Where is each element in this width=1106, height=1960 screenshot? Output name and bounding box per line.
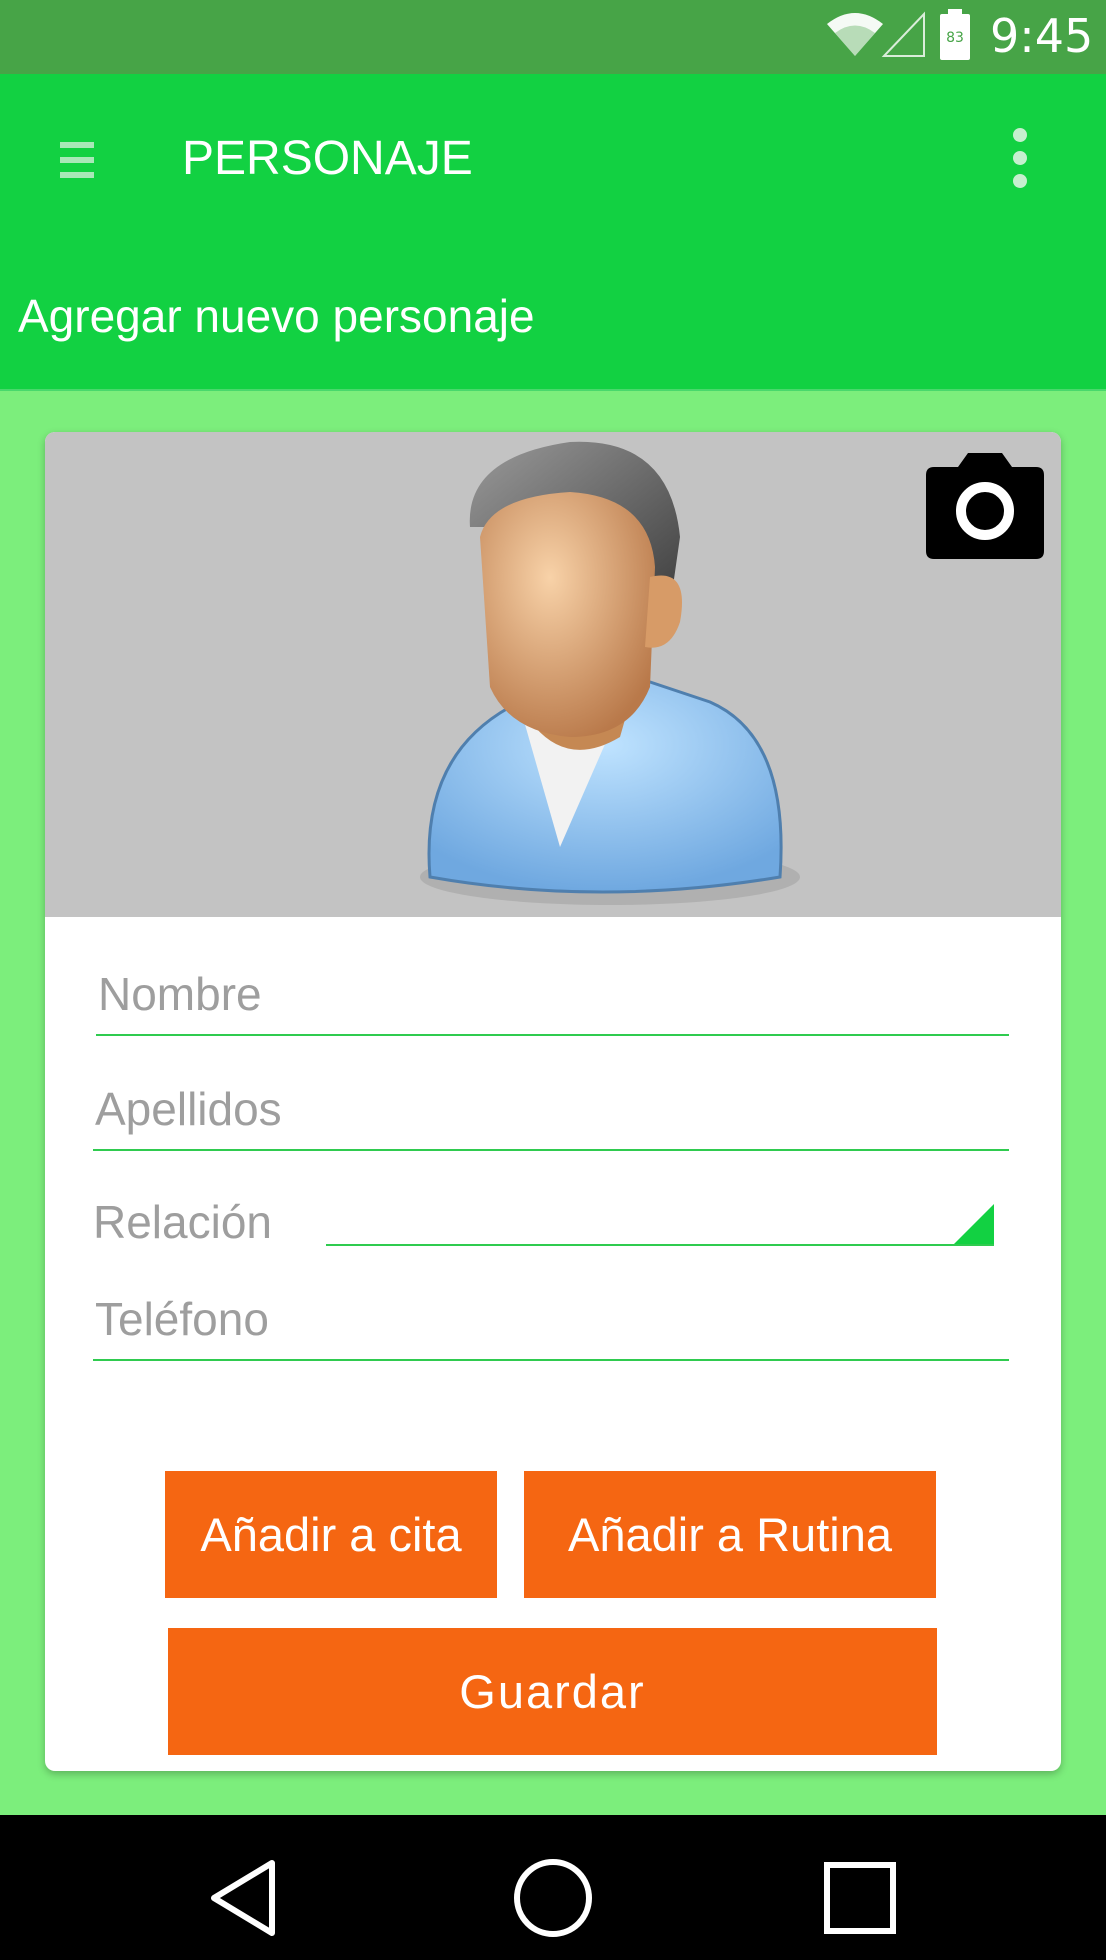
nombre-placeholder: Nombre bbox=[98, 968, 262, 1020]
person-avatar bbox=[420, 441, 800, 905]
apellidos-input[interactable]: Apellidos bbox=[93, 1065, 1009, 1151]
back-button[interactable] bbox=[200, 1853, 290, 1943]
photo-area[interactable] bbox=[45, 432, 1061, 917]
recents-icon bbox=[824, 1862, 896, 1934]
system-nav-bar bbox=[0, 1815, 1106, 1960]
nombre-input[interactable]: Nombre bbox=[96, 950, 1009, 1036]
guardar-button[interactable]: Guardar bbox=[168, 1628, 937, 1755]
anadir-cita-button[interactable]: Añadir a cita bbox=[165, 1471, 497, 1598]
hamburger-menu-button[interactable] bbox=[44, 122, 110, 198]
app-bar: PERSONAJE bbox=[0, 74, 1106, 246]
hamburger-menu-icon bbox=[60, 142, 94, 178]
back-icon bbox=[211, 1860, 275, 1936]
anadir-rutina-button[interactable]: Añadir a Rutina bbox=[524, 1471, 936, 1598]
apellidos-placeholder: Apellidos bbox=[95, 1083, 282, 1135]
relacion-dropdown[interactable] bbox=[326, 1192, 994, 1246]
recents-button[interactable] bbox=[815, 1853, 905, 1943]
character-form-card: Nombre Apellidos Relación Teléfono Añadi… bbox=[45, 432, 1061, 1771]
telefono-placeholder: Teléfono bbox=[95, 1293, 269, 1345]
more-vert-icon bbox=[1013, 128, 1027, 188]
camera-button[interactable] bbox=[924, 449, 1046, 561]
dropdown-arrow-icon bbox=[954, 1204, 994, 1244]
status-bar: 83 9:45 bbox=[0, 0, 1106, 74]
status-time: 9:45 bbox=[990, 9, 1094, 63]
signal-icon bbox=[881, 11, 925, 57]
telefono-input[interactable]: Teléfono bbox=[93, 1275, 1009, 1361]
overflow-menu-button[interactable] bbox=[990, 118, 1050, 198]
battery-icon: 83 bbox=[940, 9, 970, 60]
subheader: Agregar nuevo personaje bbox=[0, 246, 1106, 391]
subheader-title: Agregar nuevo personaje bbox=[18, 290, 535, 342]
app-title: PERSONAJE bbox=[182, 132, 473, 185]
wifi-icon bbox=[827, 13, 883, 56]
home-button[interactable] bbox=[508, 1853, 598, 1943]
home-icon bbox=[514, 1859, 592, 1937]
relacion-label: Relación bbox=[93, 1196, 272, 1248]
camera-icon bbox=[926, 453, 1044, 559]
svg-text:83: 83 bbox=[946, 30, 964, 46]
